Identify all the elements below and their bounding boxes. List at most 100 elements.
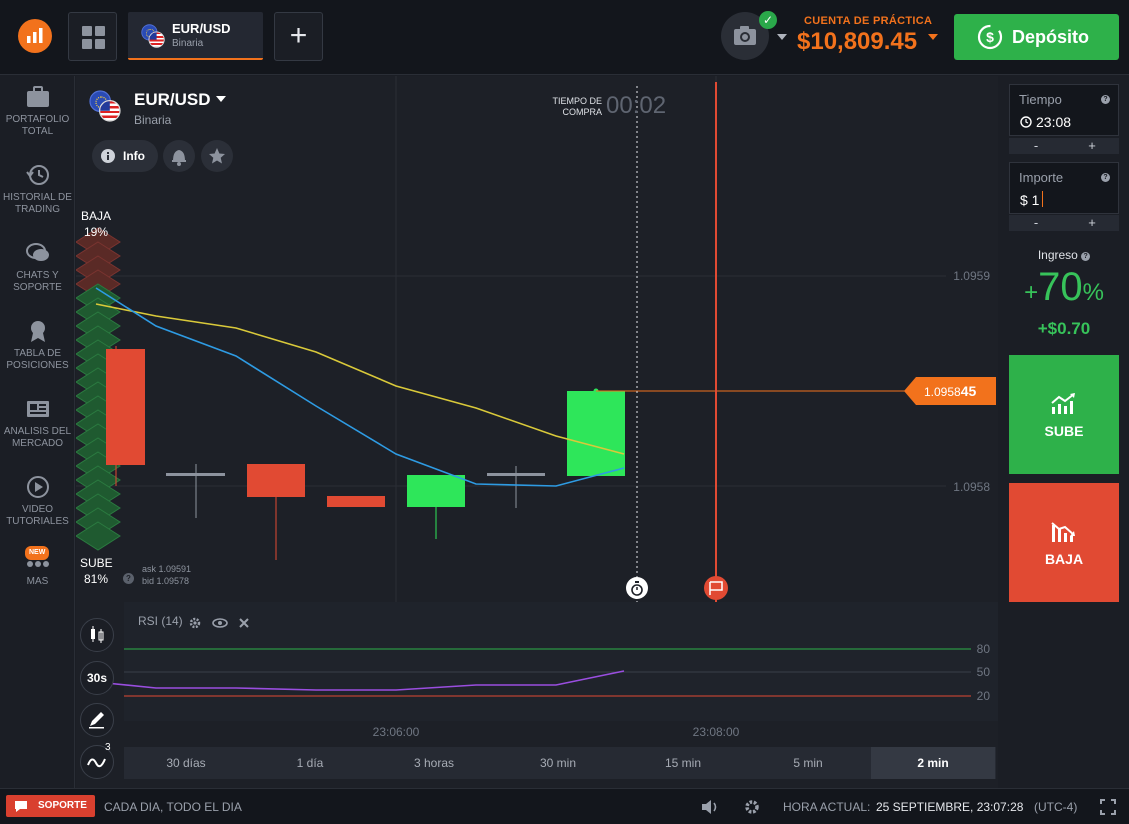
- asset-name[interactable]: EUR/USD: [134, 90, 211, 110]
- history-icon: [25, 165, 49, 185]
- sidebar-item-more[interactable]: NEW MAS: [0, 546, 75, 588]
- sube-sentiment: SUBE 81%: [80, 555, 113, 587]
- chart-area[interactable]: 1.0959 1.0958 80 50 20 23:06:00 23:08:00…: [76, 76, 998, 788]
- expiry-time-field[interactable]: Tiempo ? 23:08: [1009, 84, 1119, 136]
- candle-5: [407, 475, 465, 539]
- rsi-axis-label: 80: [977, 642, 991, 656]
- layout-grid-button[interactable]: [68, 12, 117, 61]
- income-label: Ingreso ?: [999, 248, 1129, 262]
- asset-dropdown-icon[interactable]: [216, 96, 226, 102]
- expiry-time-label: Tiempo: [1019, 92, 1062, 107]
- support-label: SOPORTE: [38, 800, 87, 811]
- price-chart[interactable]: 1.0959 1.0958 80 50 20 23:06:00 23:08:00…: [76, 76, 998, 788]
- help-icon[interactable]: ?: [1101, 95, 1110, 104]
- income-percent: +70%: [1024, 265, 1104, 309]
- add-asset-button[interactable]: +: [274, 12, 323, 61]
- baja-sentiment-label: BAJA: [80, 209, 111, 223]
- ask-bid: ask 1.09591 bid 1.09578: [142, 563, 191, 587]
- new-badge: NEW: [25, 546, 50, 560]
- timeframe-button[interactable]: 30s: [80, 661, 114, 695]
- help-icon[interactable]: ?: [123, 573, 134, 584]
- rsi-label: RSI (14): [138, 614, 183, 628]
- range-30d[interactable]: 30 días: [124, 747, 248, 779]
- info-label: Info: [123, 149, 145, 163]
- asset-tab-eurusd[interactable]: EUR/USD Binaria: [128, 12, 263, 60]
- bottom-bar: SOPORTE CADA DIA, TODO EL DIA HORA ACTUA…: [0, 788, 1129, 824]
- alerts-button[interactable]: [163, 140, 195, 172]
- text-cursor: [1042, 191, 1043, 207]
- balance-dropdown-icon[interactable]: [928, 34, 938, 40]
- help-icon[interactable]: ?: [1081, 252, 1091, 261]
- indicators-button[interactable]: 3: [80, 742, 114, 779]
- timezone: (UTC-4): [1034, 800, 1078, 814]
- account-type-label: CUENTA DE PRÁCTICA: [804, 15, 933, 27]
- price-tag-value: 1.095845: [924, 383, 976, 399]
- support-button[interactable]: SOPORTE: [6, 795, 95, 817]
- favorite-button[interactable]: [201, 140, 233, 172]
- deposit-button[interactable]: $ Depósito: [954, 14, 1119, 60]
- candle-4: [327, 496, 385, 507]
- sidebar-item-portfolio[interactable]: PORTAFOLIO TOTAL: [0, 84, 75, 138]
- sidebar-label: ANALISIS DEL MERCADO: [3, 426, 72, 449]
- range-30min[interactable]: 30 min: [496, 747, 620, 779]
- asset-tab-name: EUR/USD: [172, 21, 231, 36]
- baja-sentiment-value: 19%: [83, 225, 109, 239]
- rsi-tools: [189, 617, 249, 629]
- put-button[interactable]: BAJA: [1009, 483, 1119, 602]
- range-3h[interactable]: 3 horas: [372, 747, 496, 779]
- price-axis-label: 1.0958: [953, 480, 990, 494]
- amount-value[interactable]: $ 1: [1020, 192, 1039, 208]
- close-icon[interactable]: [239, 618, 249, 628]
- amount-field[interactable]: Importe ? $ 1: [1009, 162, 1119, 214]
- candle-6: [487, 466, 545, 508]
- candlestick-icon: [91, 626, 104, 643]
- amount-decrease-button[interactable]: -: [1009, 215, 1063, 230]
- sidebar-item-leaderboard[interactable]: TABLA DE POSICIONES: [0, 318, 75, 372]
- fullscreen-icon[interactable]: [1099, 798, 1117, 816]
- amount-label: Importe: [1019, 170, 1064, 185]
- sidebar-label: CHATS Y SOPORTE: [13, 270, 62, 293]
- account-balance[interactable]: $10,809.45: [797, 28, 917, 56]
- income-amount: +$0.70: [1037, 319, 1091, 338]
- top-bar: EUR/USD Binaria + ✓ CUENTA DE PRÁCTICA $…: [0, 0, 1129, 75]
- range-15min[interactable]: 15 min: [621, 747, 745, 779]
- eur-usd-flag-icon: [141, 24, 165, 48]
- ask-price: ask 1.09591: [142, 564, 192, 574]
- expiry-time-value: 23:08: [1036, 114, 1072, 130]
- time-increase-button[interactable]: +: [1065, 138, 1119, 153]
- camera-dropdown-icon[interactable]: [777, 34, 787, 40]
- sidebar-label: HISTORIAL DE TRADING: [3, 192, 72, 215]
- help-icon[interactable]: ?: [1101, 173, 1110, 182]
- indicator-count: 3: [105, 742, 111, 753]
- sube-sentiment-value: 81%: [83, 572, 109, 586]
- chat-icon: [25, 243, 49, 261]
- deposit-icon: $: [977, 24, 1003, 50]
- settings-icon[interactable]: [743, 798, 761, 816]
- candle-7: [567, 388, 625, 476]
- purchase-time-label: TIEMPO DE COMPRA: [552, 96, 602, 117]
- app-logo[interactable]: [18, 19, 52, 53]
- settings-icon[interactable]: [189, 617, 201, 629]
- rsi-axis-label: 20: [977, 689, 991, 703]
- sidebar-item-chat[interactable]: CHATS Y SOPORTE: [0, 240, 75, 294]
- sidebar-label: PORTAFOLIO TOTAL: [5, 114, 70, 137]
- sidebar-item-video-tutorials[interactable]: VIDEO TUTORIALES: [0, 474, 75, 528]
- info-button[interactable]: Info: [92, 140, 158, 172]
- star-icon: [209, 148, 225, 164]
- range-2min[interactable]: 2 min: [871, 747, 995, 779]
- sube-sentiment-label: SUBE: [80, 556, 113, 570]
- range-5min[interactable]: 5 min: [746, 747, 870, 779]
- sidebar-label: MAS: [26, 576, 49, 587]
- grid-icon: [82, 26, 105, 49]
- chart-type-button[interactable]: [80, 618, 114, 652]
- sidebar-item-market-analysis[interactable]: ANALISIS DEL MERCADO: [0, 396, 75, 450]
- sidebar-item-history[interactable]: HISTORIAL DE TRADING: [0, 162, 75, 216]
- range-1d[interactable]: 1 día: [248, 747, 372, 779]
- amount-increase-button[interactable]: +: [1065, 215, 1119, 230]
- purchase-timer: 00:02: [606, 92, 667, 119]
- time-decrease-button[interactable]: -: [1009, 138, 1063, 153]
- time-axis-label: 23:06:00: [373, 725, 420, 739]
- eye-icon[interactable]: [212, 618, 228, 628]
- call-button[interactable]: SUBE: [1009, 355, 1119, 474]
- volume-icon[interactable]: [700, 798, 720, 816]
